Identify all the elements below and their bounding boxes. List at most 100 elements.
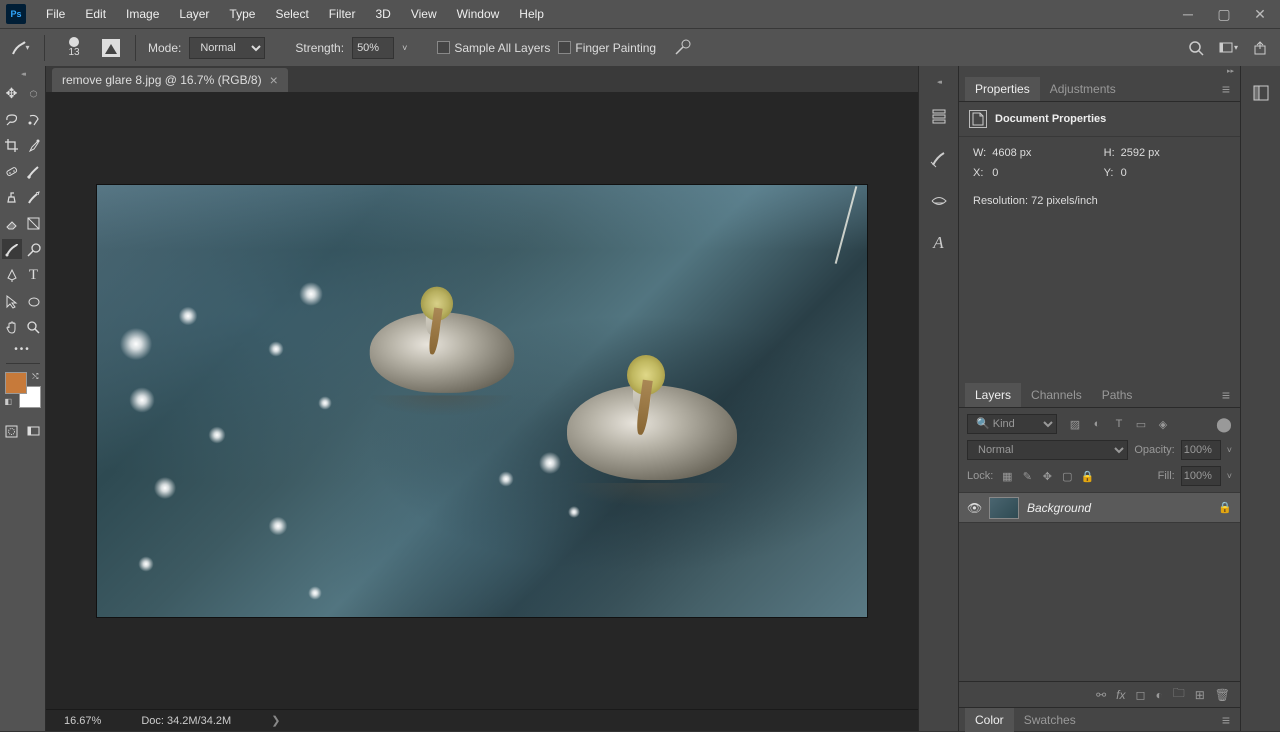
lock-position-icon[interactable]: ✥ (1039, 468, 1055, 484)
tab-properties[interactable]: Properties (965, 77, 1040, 101)
brush-panel-toggle[interactable] (99, 36, 123, 60)
zoom-level[interactable]: 16.67% (64, 715, 101, 727)
tab-layers[interactable]: Layers (965, 383, 1021, 407)
tab-color[interactable]: Color (965, 708, 1014, 732)
healing-tool[interactable] (2, 161, 22, 181)
quickmask-tool[interactable] (2, 421, 22, 441)
filter-smart-icon[interactable]: ◈ (1155, 416, 1171, 432)
lock-pixels-icon[interactable]: ✎ (1019, 468, 1035, 484)
layer-visibility-icon[interactable]: 👁 (967, 501, 981, 515)
window-close-button[interactable]: ✕ (1242, 2, 1278, 26)
layers-panel-menu-icon[interactable]: ≡ (1218, 383, 1234, 407)
layer-name[interactable]: Background (1027, 501, 1210, 515)
menu-window[interactable]: Window (447, 0, 510, 28)
color-panel-menu-icon[interactable]: ≡ (1218, 708, 1234, 732)
filter-shape-icon[interactable]: ▭ (1133, 416, 1149, 432)
blend-mode-select[interactable]: Normal (189, 37, 265, 59)
lock-all-icon[interactable]: 🔒 (1079, 468, 1095, 484)
filter-pixel-icon[interactable]: ▨ (1067, 416, 1083, 432)
tab-swatches[interactable]: Swatches (1014, 708, 1086, 732)
brush-tool[interactable] (24, 161, 44, 181)
new-layer-icon[interactable]: ⊞ (1195, 688, 1205, 702)
canvas-viewport[interactable] (46, 92, 918, 709)
brush-settings-panel-icon[interactable] (928, 148, 950, 170)
crop-tool[interactable] (2, 135, 22, 155)
menu-3d[interactable]: 3D (365, 0, 400, 28)
dodge-tool[interactable] (24, 239, 44, 259)
tab-channels[interactable]: Channels (1021, 383, 1092, 407)
properties-panel-menu-icon[interactable]: ≡ (1218, 77, 1234, 101)
brush-preset-picker[interactable]: 13 (57, 31, 91, 65)
doc-size-label[interactable]: Doc: 34.2M/34.2M (141, 715, 231, 727)
pressure-size-icon[interactable] (670, 36, 694, 60)
libraries-panel-icon[interactable] (1250, 82, 1272, 104)
lasso-tool[interactable] (2, 109, 22, 129)
menu-file[interactable]: File (36, 0, 75, 28)
new-group-icon[interactable]: 🗀 (1173, 684, 1185, 705)
default-colors-icon[interactable]: ◧ (5, 397, 13, 406)
layer-thumbnail[interactable] (989, 497, 1019, 519)
history-panel-icon[interactable] (928, 106, 950, 128)
type-tool[interactable]: T (24, 265, 44, 285)
quick-select-tool[interactable] (24, 109, 44, 129)
fill-input[interactable] (1181, 466, 1221, 486)
menu-help[interactable]: Help (509, 0, 554, 28)
color-swatches[interactable]: ⤭ ◧ (5, 372, 41, 408)
tab-paths[interactable]: Paths (1092, 383, 1143, 407)
panel-strip-handle[interactable]: ◂◂ (937, 78, 940, 86)
delete-layer-icon[interactable]: 🗑 (1215, 688, 1230, 702)
clone-stamp-tool[interactable] (2, 187, 22, 207)
zoom-tool[interactable] (24, 317, 44, 337)
brushes-panel-icon[interactable] (928, 190, 950, 212)
menu-view[interactable]: View (401, 0, 447, 28)
screen-mode-icon[interactable]: ▾ (1216, 36, 1240, 60)
status-expand-icon[interactable]: ❯ (271, 714, 280, 727)
layer-blend-select[interactable]: Normal (967, 440, 1128, 460)
layer-fx-icon[interactable]: fx (1116, 688, 1125, 702)
eraser-tool[interactable] (2, 213, 22, 233)
menu-filter[interactable]: Filter (319, 0, 366, 28)
panel-collapse-handle[interactable]: ▸▸ (959, 66, 1240, 76)
sample-all-layers-checkbox[interactable]: Sample All Layers (437, 41, 550, 55)
strength-input[interactable] (352, 37, 394, 59)
move-tool[interactable]: ✥ (2, 83, 22, 103)
menu-layer[interactable]: Layer (169, 0, 219, 28)
foreground-color[interactable] (5, 372, 27, 394)
window-minimize-button[interactable]: ─ (1170, 2, 1206, 26)
search-icon[interactable] (1184, 36, 1208, 60)
share-icon[interactable] (1248, 36, 1272, 60)
link-layers-icon[interactable]: ⚯ (1096, 688, 1106, 702)
history-brush-tool[interactable] (24, 187, 44, 207)
hand-tool[interactable] (2, 317, 22, 337)
menu-select[interactable]: Select (265, 0, 318, 28)
toolbar-collapse-handle[interactable] (8, 70, 38, 78)
menu-edit[interactable]: Edit (75, 0, 116, 28)
filter-adjustment-icon[interactable]: ◐ (1089, 416, 1105, 432)
smudge-tool[interactable] (2, 239, 22, 259)
swap-colors-icon[interactable]: ⤭ (32, 372, 38, 382)
window-maximize-button[interactable]: ▢ (1206, 2, 1242, 26)
edit-toolbar-button[interactable]: ••• (14, 344, 31, 355)
gradient-tool[interactable] (24, 213, 44, 233)
shape-tool[interactable] (24, 291, 44, 311)
layer-lock-icon[interactable]: 🔒 (1218, 501, 1232, 514)
lock-artboard-icon[interactable]: ▢ (1059, 468, 1075, 484)
menu-type[interactable]: Type (219, 0, 265, 28)
character-panel-icon[interactable]: A (928, 232, 950, 254)
canvas-image[interactable] (97, 185, 867, 617)
layer-item[interactable]: 👁 Background 🔒 (959, 493, 1240, 523)
path-select-tool[interactable] (2, 291, 22, 311)
close-tab-icon[interactable]: × (270, 72, 278, 88)
layer-filter-select[interactable]: 🔍 Kind (967, 414, 1057, 434)
finger-painting-checkbox[interactable]: Finger Painting (558, 41, 656, 55)
tab-adjustments[interactable]: Adjustments (1040, 77, 1126, 101)
filter-toggle-icon[interactable]: ⬤ (1216, 416, 1232, 432)
add-adjustment-icon[interactable]: ◐ (1155, 688, 1162, 702)
opacity-input[interactable] (1181, 440, 1221, 460)
current-tool-icon[interactable]: ▾ (8, 36, 32, 60)
pen-tool[interactable] (2, 265, 22, 285)
marquee-tool[interactable]: ◌ (24, 83, 44, 103)
screenmode-tool[interactable] (24, 421, 44, 441)
document-tab[interactable]: remove glare 8.jpg @ 16.7% (RGB/8) × (52, 68, 288, 92)
eyedropper-tool[interactable] (24, 135, 44, 155)
